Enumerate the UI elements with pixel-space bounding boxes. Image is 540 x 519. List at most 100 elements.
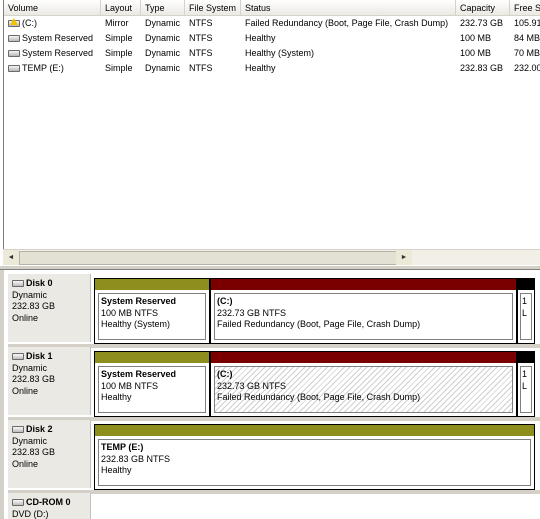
partition-unallocated[interactable]: 1 L bbox=[517, 278, 535, 344]
volume-status: Healthy bbox=[245, 33, 276, 43]
partition-status: Healthy bbox=[101, 465, 132, 475]
partition-size: 1 bbox=[522, 369, 528, 379]
partition-size: 100 MB NTFS bbox=[101, 380, 159, 391]
disk-map: Disk 0 Dynamic 232.83 GB Online System R… bbox=[0, 270, 540, 519]
partition-system-reserved[interactable]: System Reserved 100 MB NTFS Healthy bbox=[94, 351, 210, 417]
volume-capacity: 232.73 GB bbox=[460, 18, 504, 28]
disk-icon bbox=[12, 280, 24, 287]
disk-name: Disk 2 bbox=[26, 424, 53, 434]
partition-size: 100 MB NTFS bbox=[101, 307, 159, 318]
cdrom-icon bbox=[12, 499, 24, 506]
partition-status: L bbox=[522, 307, 528, 318]
volume-type: Dynamic bbox=[145, 48, 181, 58]
partition-size: 232.83 GB NTFS bbox=[101, 453, 171, 464]
disk-type: Dynamic bbox=[12, 435, 48, 446]
disk-type: DVD (D:) bbox=[12, 508, 49, 519]
volume-layout: Simple bbox=[105, 33, 133, 43]
column-header-volume[interactable]: Volume bbox=[4, 0, 101, 16]
volume-name: (C:) bbox=[22, 18, 37, 28]
volume-free-space: 232.00 bbox=[514, 63, 540, 73]
partition-temp-e[interactable]: TEMP (E:) 232.83 GB NTFS Healthy bbox=[94, 424, 535, 490]
cdrom-0-label[interactable]: CD-ROM 0 DVD (D:) bbox=[8, 493, 91, 519]
partition-size: 232.73 GB NTFS bbox=[217, 307, 287, 318]
volume-file-system: NTFS bbox=[189, 63, 213, 73]
partition-name: (C:) bbox=[217, 296, 233, 306]
volume-row-c[interactable]: (C:) Mirror Dynamic NTFS Failed Redundan… bbox=[4, 16, 540, 31]
disk-state: Online bbox=[12, 312, 39, 323]
volume-status: Healthy (System) bbox=[245, 48, 315, 58]
volume-row-system-reserved-2[interactable]: System Reserved Simple Dynamic NTFS Heal… bbox=[4, 46, 540, 61]
volume-layout: Simple bbox=[105, 63, 133, 73]
drive-icon bbox=[8, 65, 20, 72]
drive-icon bbox=[8, 35, 20, 42]
volume-name: System Reserved bbox=[22, 48, 94, 58]
partition-c[interactable]: (C:) 232.73 GB NTFS Failed Redundancy (B… bbox=[210, 278, 517, 344]
partition-name: System Reserved bbox=[101, 296, 177, 306]
volume-status: Healthy bbox=[245, 63, 276, 73]
volume-capacity: 100 MB bbox=[460, 48, 492, 58]
drive-icon bbox=[8, 50, 20, 57]
disk-1-row: Disk 1 Dynamic 232.83 GB Online System R… bbox=[8, 347, 540, 419]
column-header-status[interactable]: Status bbox=[241, 0, 456, 16]
partition-bar bbox=[211, 279, 516, 290]
disk-type: Dynamic bbox=[12, 362, 48, 373]
volume-capacity: 232.83 GB bbox=[460, 63, 504, 73]
volume-type: Dynamic bbox=[145, 63, 181, 73]
volume-layout: Simple bbox=[105, 48, 133, 58]
disk-2-label[interactable]: Disk 2 Dynamic 232.83 GB Online bbox=[8, 420, 91, 488]
disk-icon bbox=[12, 426, 24, 433]
horizontal-scrollbar[interactable]: ◄ ► bbox=[3, 249, 540, 266]
scroll-left-icon[interactable]: ◄ bbox=[3, 250, 19, 266]
warning-drive-icon bbox=[8, 18, 20, 27]
volume-capacity: 100 MB bbox=[460, 33, 492, 43]
volume-type: Dynamic bbox=[145, 33, 181, 43]
partition-bar bbox=[211, 352, 516, 363]
volume-list: Volume Layout Type File System Status Ca… bbox=[3, 0, 540, 265]
column-header-type[interactable]: Type bbox=[141, 0, 185, 16]
disk-icon bbox=[12, 353, 24, 360]
partition-status: Failed Redundancy (Boot, Page File, Cras… bbox=[217, 319, 421, 329]
column-header-free-space[interactable]: Free Sp bbox=[510, 0, 540, 16]
volume-layout: Mirror bbox=[105, 18, 129, 28]
partition-bar bbox=[95, 279, 209, 290]
disk-1-label[interactable]: Disk 1 Dynamic 232.83 GB Online bbox=[8, 347, 91, 415]
partition-bar bbox=[95, 352, 209, 363]
partition-name: TEMP (E:) bbox=[101, 442, 144, 452]
disk-state: Online bbox=[12, 458, 39, 469]
scroll-right-icon[interactable]: ► bbox=[396, 250, 412, 266]
partition-bar bbox=[518, 279, 534, 290]
column-header-file-system[interactable]: File System bbox=[185, 0, 241, 16]
partition-status: Healthy bbox=[101, 392, 132, 402]
scrollbar-thumb[interactable] bbox=[19, 251, 409, 265]
disk-0-row: Disk 0 Dynamic 232.83 GB Online System R… bbox=[8, 274, 540, 346]
partition-system-reserved[interactable]: System Reserved 100 MB NTFS Healthy (Sys… bbox=[94, 278, 210, 344]
disk-name: Disk 1 bbox=[26, 351, 53, 361]
partition-bar bbox=[518, 352, 534, 363]
partition-unallocated[interactable]: 1 L bbox=[517, 351, 535, 417]
disk-name: CD-ROM 0 bbox=[26, 497, 71, 507]
partition-size: 232.73 GB NTFS bbox=[217, 380, 287, 391]
disk-type: Dynamic bbox=[12, 289, 48, 300]
column-header-capacity[interactable]: Capacity bbox=[456, 0, 510, 16]
volume-name: System Reserved bbox=[22, 33, 94, 43]
partition-name: (C:) bbox=[217, 369, 233, 379]
volume-file-system: NTFS bbox=[189, 18, 213, 28]
partition-c[interactable]: (C:) 232.73 GB NTFS Failed Redundancy (B… bbox=[210, 351, 517, 417]
disk-state: Online bbox=[12, 385, 39, 396]
partition-status: Failed Redundancy (Boot, Page File, Cras… bbox=[217, 392, 421, 402]
partition-status: Healthy (System) bbox=[101, 319, 171, 329]
volume-row-system-reserved-1[interactable]: System Reserved Simple Dynamic NTFS Heal… bbox=[4, 31, 540, 46]
volume-list-header: Volume Layout Type File System Status Ca… bbox=[4, 0, 540, 16]
volume-type: Dynamic bbox=[145, 18, 181, 28]
disk-2-row: Disk 2 Dynamic 232.83 GB Online TEMP (E:… bbox=[8, 420, 540, 492]
volume-free-space: 70 MB bbox=[514, 48, 540, 58]
column-header-layout[interactable]: Layout bbox=[101, 0, 141, 16]
disk-size: 232.83 GB bbox=[12, 447, 56, 457]
partition-status: L bbox=[522, 380, 528, 391]
disk-0-label[interactable]: Disk 0 Dynamic 232.83 GB Online bbox=[8, 274, 91, 342]
partition-name: System Reserved bbox=[101, 369, 177, 379]
disk-size: 232.83 GB bbox=[12, 374, 56, 384]
volume-free-space: 105.91 bbox=[514, 18, 540, 28]
volume-row-temp-e[interactable]: TEMP (E:) Simple Dynamic NTFS Healthy 23… bbox=[4, 61, 540, 76]
volume-status: Failed Redundancy (Boot, Page File, Cras… bbox=[245, 18, 449, 28]
